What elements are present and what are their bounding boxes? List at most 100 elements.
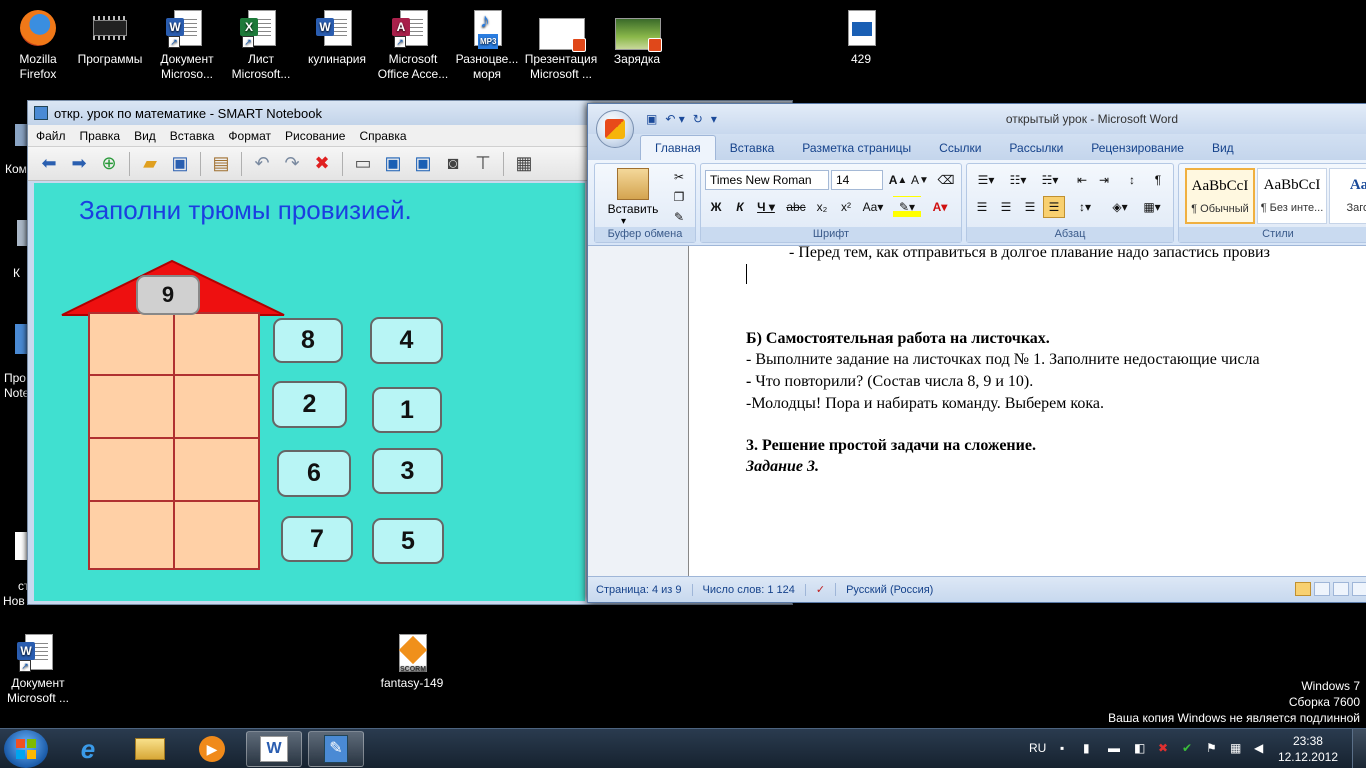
align-right-icon[interactable]: ☰ [1019, 196, 1041, 218]
language-indicator[interactable]: Русский (Россия) [846, 584, 943, 596]
font-color-icon[interactable]: A▾ [925, 196, 955, 218]
strikethrough-button[interactable]: abc [783, 196, 809, 218]
back-arrow-icon[interactable]: ⬅ [36, 151, 62, 177]
subscript-button[interactable]: x₂ [811, 196, 833, 218]
sheet-desktop-icon[interactable]: X ↗ Лист Microsoft... [223, 8, 299, 82]
paste-icon[interactable] [617, 168, 649, 200]
number-card-5[interactable]: 5 [372, 518, 444, 564]
menu-edit[interactable]: Правка [80, 129, 121, 143]
highlight-icon[interactable]: ✎▾ [893, 196, 921, 218]
zaryadka-desktop-icon[interactable]: Зарядка [599, 8, 675, 67]
numbering-icon[interactable]: ☷▾ [1003, 169, 1033, 191]
taskbar-word-button[interactable]: W [246, 731, 302, 767]
capture-icon[interactable]: ◙ [440, 151, 466, 177]
number-card-1[interactable]: 1 [372, 387, 442, 433]
taskbar-media-player-button[interactable]: ▶ [184, 731, 240, 767]
tab-home[interactable]: Главная [640, 135, 716, 160]
web-layout-icon[interactable] [1333, 582, 1349, 596]
proofing-icon[interactable]: ✓ [816, 583, 837, 596]
roof-number[interactable]: 9 [136, 275, 200, 315]
mp3-desktop-icon[interactable]: ♪ MP3 Разноцве... моря [449, 8, 525, 82]
table-icon[interactable]: ▦ [511, 151, 537, 177]
bold-button[interactable]: Ж [705, 196, 727, 218]
number-card-7[interactable]: 7 [281, 516, 353, 562]
clear-formatting-icon[interactable]: ⌫ [935, 169, 957, 191]
add-page-icon[interactable]: ⊕ [96, 151, 122, 177]
style-heading[interactable]: AaB Заголо [1329, 168, 1366, 224]
style-no-spacing[interactable]: AaBbCcI ¶ Без инте... [1257, 168, 1327, 224]
screen-shade-icon[interactable]: ▭ [350, 151, 376, 177]
action-center-flag-icon[interactable]: ⚑ [1206, 741, 1217, 755]
paste-icon[interactable]: ▤ [208, 151, 234, 177]
number-card-3[interactable]: 3 [372, 448, 443, 494]
menu-help[interactable]: Справка [359, 129, 406, 143]
tray-icon[interactable]: ▬ [1108, 741, 1120, 755]
clock[interactable]: 23:38 12.12.2012 [1278, 733, 1338, 765]
number-card-2[interactable]: 2 [272, 381, 347, 428]
menu-insert[interactable]: Вставка [170, 129, 215, 143]
tab-mailings[interactable]: Рассылки [995, 136, 1077, 160]
number-card-6[interactable]: 6 [277, 450, 351, 497]
document2-desktop-icon[interactable]: W ↗ Документ Microsoft ... [0, 632, 76, 706]
save-icon[interactable]: ▣ [167, 151, 193, 177]
menu-format[interactable]: Формат [228, 129, 271, 143]
number-card-4[interactable]: 4 [370, 317, 443, 364]
borders-icon[interactable]: ▦▾ [1137, 196, 1167, 218]
font-name-combo[interactable]: Times New Roman [705, 170, 829, 190]
align-left-icon[interactable]: ☰ [971, 196, 993, 218]
style-normal[interactable]: AaBbCcI ¶ Обычный [1185, 168, 1255, 224]
tab-view[interactable]: Вид [1198, 136, 1248, 160]
format-painter-icon[interactable]: ✎ [669, 206, 689, 228]
taskbar-ie-button[interactable]: e [60, 731, 116, 767]
document-camera-icon[interactable]: ⊤ [470, 151, 496, 177]
notebook-canvas[interactable]: Заполни трюмы провизией. 9 8 4 2 1 6 3 7… [34, 183, 585, 601]
language-indicator[interactable]: RU [1029, 741, 1046, 755]
increase-indent-icon[interactable]: ⇥ [1093, 169, 1115, 191]
align-center-icon[interactable]: ☰ [995, 196, 1017, 218]
bullets-icon[interactable]: ☰▾ [971, 169, 1001, 191]
open-folder-icon[interactable]: ▰ [137, 151, 163, 177]
word-window[interactable]: ▣ ↶ ▾ ↻ ▾ открытый урок - Microsoft Word… [587, 103, 1366, 603]
redo-icon[interactable]: ↷ [279, 151, 305, 177]
superscript-button[interactable]: x² [835, 196, 857, 218]
tray-icon[interactable]: ▮ [1083, 741, 1090, 755]
tab-insert[interactable]: Вставка [716, 136, 789, 160]
multilevel-list-icon[interactable]: ☵▾ [1035, 169, 1065, 191]
full-screen-reading-icon[interactable] [1314, 582, 1330, 596]
word-count[interactable]: Число слов: 1 124 [703, 583, 806, 596]
forward-arrow-icon[interactable]: ➡ [66, 151, 92, 177]
office-button[interactable] [596, 110, 634, 148]
programs-desktop-icon[interactable]: Программы [72, 8, 148, 67]
font-size-combo[interactable]: 14 [831, 170, 883, 190]
show-desktop-button[interactable] [1352, 729, 1366, 768]
copy-icon[interactable]: ❐ [669, 186, 689, 208]
print-layout-icon[interactable] [1295, 582, 1311, 596]
tray-icon[interactable]: ✖ [1158, 741, 1168, 755]
tray-icon[interactable]: ✔ [1182, 741, 1192, 755]
delete-icon[interactable]: ✖ [309, 151, 335, 177]
underline-button[interactable]: Ч ▾ [753, 196, 779, 218]
page-count[interactable]: Страница: 4 из 9 [596, 583, 693, 596]
start-button[interactable] [4, 730, 48, 768]
taskbar-explorer-button[interactable] [122, 731, 178, 767]
full-screen-icon[interactable]: ▣ [380, 151, 406, 177]
tab-page-layout[interactable]: Разметка страницы [788, 136, 925, 160]
firefox-desktop-icon[interactable]: Mozilla Firefox [0, 8, 76, 82]
menu-draw[interactable]: Рисование [285, 129, 345, 143]
outline-icon[interactable] [1352, 582, 1366, 596]
paste-dropdown-icon[interactable]: ▾ [621, 216, 626, 227]
cut-icon[interactable]: ✂ [669, 166, 689, 188]
document-page[interactable]: - Перед тем, как отправиться в долгое пл… [688, 244, 1366, 576]
change-case-button[interactable]: Aa▾ [859, 196, 887, 218]
shrink-font-icon[interactable]: A ▼ [909, 169, 931, 191]
menu-view[interactable]: Вид [134, 129, 156, 143]
kulinaria-desktop-icon[interactable]: W кулинария [299, 8, 375, 67]
number-card-8[interactable]: 8 [273, 318, 343, 363]
shading-icon[interactable]: ◈▾ [1105, 196, 1135, 218]
network-icon[interactable]: ▦ [1230, 741, 1241, 755]
dual-display-icon[interactable]: ▣ [410, 151, 436, 177]
sort-icon[interactable]: ↕ [1121, 169, 1143, 191]
presentation-desktop-icon[interactable]: Презентация Microsoft ... [523, 8, 599, 82]
tray-icon[interactable]: ◧ [1134, 741, 1145, 755]
paste-button[interactable]: Вставить [603, 202, 663, 216]
